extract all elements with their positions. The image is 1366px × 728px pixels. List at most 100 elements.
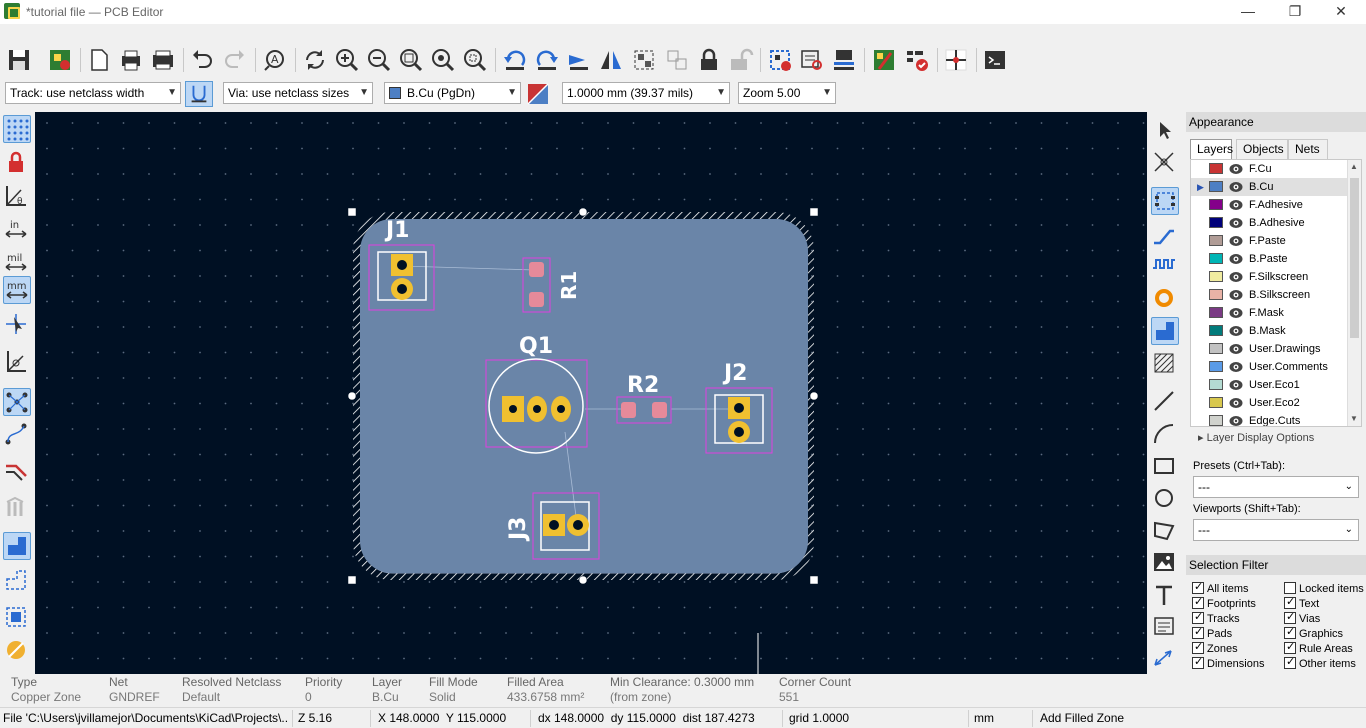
load-footprint-icon[interactable] bbox=[831, 47, 857, 73]
tab-objects[interactable]: Objects bbox=[1236, 139, 1288, 159]
layer-color-swatch[interactable] bbox=[1209, 361, 1223, 372]
track-width-select[interactable]: Track: use netclass width ▼ bbox=[5, 82, 181, 104]
eye-icon[interactable] bbox=[1229, 361, 1243, 373]
rotate-cw-icon[interactable] bbox=[534, 47, 560, 73]
layer-color-swatch[interactable] bbox=[1209, 325, 1223, 336]
scroll-thumb[interactable] bbox=[1350, 178, 1359, 338]
draw-circle-button[interactable] bbox=[1151, 485, 1179, 513]
filter-checkbox[interactable]: Rule Areas bbox=[1284, 641, 1353, 656]
add-rule-area-button[interactable] bbox=[1151, 350, 1179, 378]
mirror-icon[interactable] bbox=[598, 47, 624, 73]
eye-icon[interactable] bbox=[1229, 217, 1243, 229]
layer-color-swatch[interactable] bbox=[1209, 343, 1223, 354]
curved-ratsnest-button[interactable] bbox=[3, 421, 31, 449]
via-size-select[interactable]: Via: use netclass sizes ▼ bbox=[223, 82, 373, 104]
eye-icon[interactable] bbox=[1229, 379, 1243, 391]
filter-checkbox[interactable]: Graphics bbox=[1284, 626, 1343, 641]
ratsnest-button[interactable] bbox=[3, 388, 31, 416]
close-button[interactable]: ✕ bbox=[1329, 2, 1353, 22]
layer-row[interactable]: F.Paste bbox=[1191, 232, 1351, 250]
checkbox-icon[interactable] bbox=[1284, 611, 1296, 624]
grid-select[interactable]: 1.0000 mm (39.37 mils) ▼ bbox=[562, 82, 730, 104]
filter-checkbox[interactable]: Footprints bbox=[1192, 596, 1256, 611]
layer-display-options-toggle[interactable]: ▸ Layer Display Options bbox=[1198, 431, 1314, 444]
layer-row[interactable]: User.Drawings bbox=[1191, 340, 1351, 358]
track-outline-button[interactable] bbox=[3, 458, 31, 486]
layer-row[interactable]: F.Adhesive bbox=[1191, 196, 1351, 214]
eye-icon[interactable] bbox=[1229, 199, 1243, 211]
lock-icon[interactable] bbox=[696, 47, 722, 73]
eye-icon[interactable] bbox=[1229, 289, 1243, 301]
filter-checkbox[interactable]: Text bbox=[1284, 596, 1319, 611]
add-footprint-button[interactable] bbox=[1151, 187, 1179, 215]
layer-color-swatch[interactable] bbox=[1209, 163, 1223, 174]
local-ratsnest-button[interactable] bbox=[1151, 149, 1179, 177]
checkbox-icon[interactable] bbox=[1284, 641, 1296, 654]
layer-color-swatch[interactable] bbox=[1209, 217, 1223, 228]
local-coords-button[interactable] bbox=[3, 348, 31, 376]
update-pcb-icon[interactable] bbox=[871, 47, 897, 73]
filter-checkbox[interactable]: Tracks bbox=[1192, 611, 1240, 626]
zone-fill-button[interactable] bbox=[3, 532, 31, 560]
eye-icon[interactable] bbox=[1229, 271, 1243, 283]
layer-color-swatch[interactable] bbox=[1209, 397, 1223, 408]
eye-icon[interactable] bbox=[1229, 163, 1243, 175]
eye-icon[interactable] bbox=[1229, 307, 1243, 319]
filter-checkbox[interactable]: Dimensions bbox=[1192, 656, 1264, 671]
auto-track-width-toggle[interactable] bbox=[185, 81, 213, 107]
tab-nets[interactable]: Nets bbox=[1288, 139, 1328, 159]
zoom-out-icon[interactable] bbox=[366, 47, 392, 73]
refresh-icon[interactable] bbox=[302, 47, 328, 73]
units-inches-button[interactable]: in bbox=[3, 216, 31, 244]
checkbox-icon[interactable] bbox=[1192, 596, 1204, 609]
ungroup-icon[interactable] bbox=[664, 47, 690, 73]
redo-icon[interactable] bbox=[222, 47, 248, 73]
viewports-select[interactable]: --- ⌄ bbox=[1193, 519, 1359, 541]
layer-color-swatch[interactable] bbox=[1209, 289, 1223, 300]
tune-length-button[interactable] bbox=[1151, 252, 1179, 280]
layer-color-swatch[interactable] bbox=[1209, 307, 1223, 318]
eye-icon[interactable] bbox=[1229, 343, 1243, 355]
board-setup-icon[interactable] bbox=[47, 47, 73, 73]
group-icon[interactable] bbox=[631, 47, 657, 73]
footprint-browser-icon[interactable] bbox=[799, 47, 825, 73]
filter-checkbox[interactable]: All items bbox=[1192, 581, 1249, 596]
checkbox-icon[interactable] bbox=[1284, 656, 1296, 669]
layer-color-swatch[interactable] bbox=[1209, 379, 1223, 390]
filter-checkbox[interactable]: Locked items bbox=[1284, 582, 1364, 596]
checkbox-icon[interactable] bbox=[1192, 611, 1204, 624]
checkbox-icon[interactable] bbox=[1284, 582, 1296, 594]
eye-icon[interactable] bbox=[1229, 235, 1243, 247]
layer-row[interactable]: B.Mask bbox=[1191, 322, 1351, 340]
zoom-objects-icon[interactable] bbox=[430, 47, 456, 73]
autoroute-icon[interactable] bbox=[943, 47, 969, 73]
add-zone-button[interactable] bbox=[1151, 317, 1179, 345]
layer-color-swatch[interactable] bbox=[1209, 271, 1223, 282]
hide-zone-button[interactable] bbox=[3, 604, 31, 632]
layer-row[interactable]: Edge.Cuts bbox=[1191, 412, 1351, 426]
layer-pair-icon[interactable] bbox=[526, 82, 550, 106]
layer-row[interactable]: ▶ B.Cu bbox=[1191, 178, 1351, 196]
scripting-console-icon[interactable] bbox=[982, 47, 1008, 73]
footprint-editor-icon[interactable] bbox=[767, 47, 793, 73]
layer-row[interactable]: F.Cu bbox=[1191, 160, 1351, 178]
plot-icon[interactable] bbox=[150, 47, 176, 73]
layer-row[interactable]: F.Silkscreen bbox=[1191, 268, 1351, 286]
checkbox-icon[interactable] bbox=[1192, 626, 1204, 639]
layer-color-swatch[interactable] bbox=[1209, 235, 1223, 246]
layer-color-swatch[interactable] bbox=[1209, 415, 1223, 426]
find-icon[interactable]: A bbox=[262, 47, 288, 73]
add-dimension-button[interactable] bbox=[1151, 645, 1179, 673]
eye-icon[interactable] bbox=[1229, 397, 1243, 409]
maximize-button[interactable]: ❐ bbox=[1283, 2, 1307, 22]
layer-row[interactable]: F.Mask bbox=[1191, 304, 1351, 322]
rotate-ccw-icon[interactable] bbox=[502, 47, 528, 73]
high-contrast-button[interactable] bbox=[3, 637, 31, 665]
grid-toggle-button[interactable] bbox=[3, 115, 31, 143]
zone-outline-button[interactable] bbox=[3, 567, 31, 595]
layer-color-swatch[interactable] bbox=[1209, 199, 1223, 210]
zoom-select[interactable]: Zoom 5.00 ▼ bbox=[738, 82, 836, 104]
unlock-icon[interactable] bbox=[728, 47, 754, 73]
save-icon[interactable] bbox=[6, 47, 32, 73]
add-text-button[interactable] bbox=[1151, 582, 1179, 610]
